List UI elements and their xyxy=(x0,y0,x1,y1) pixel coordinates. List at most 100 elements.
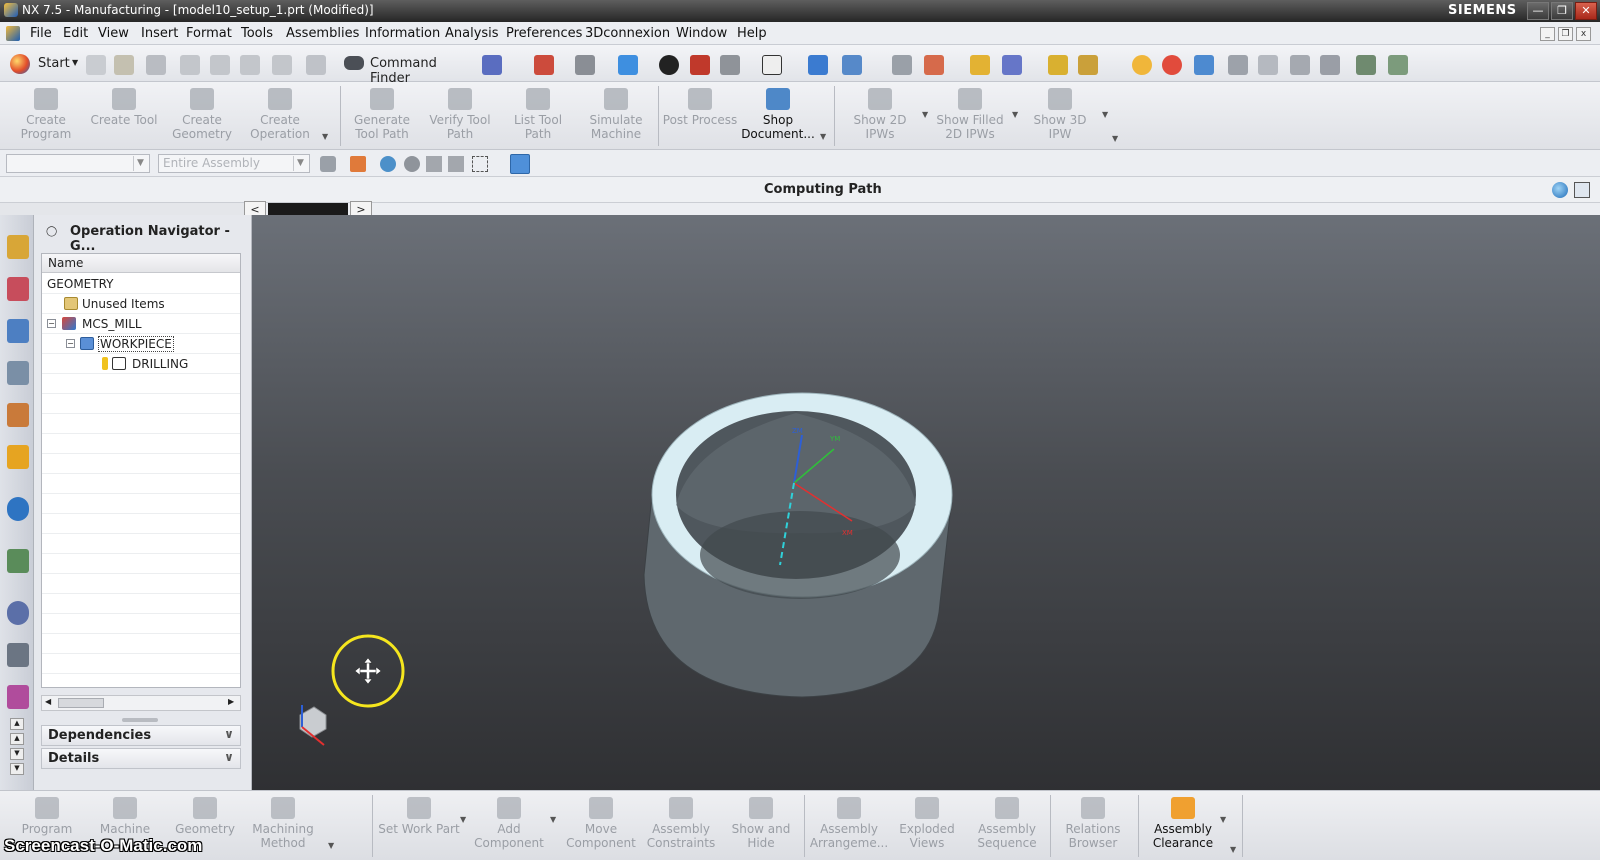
face-rule-icon[interactable] xyxy=(404,156,420,172)
curve-rule-icon[interactable] xyxy=(380,156,396,172)
save-icon[interactable] xyxy=(146,55,166,75)
box-select-icon[interactable] xyxy=(472,156,488,172)
select-arrow-icon[interactable] xyxy=(426,156,442,172)
menu-file[interactable]: File xyxy=(30,26,52,41)
add-component-button[interactable]: Add Component xyxy=(468,797,550,857)
ipw3d-dropdown-icon[interactable]: ▼ xyxy=(1102,110,1108,119)
assembly-clearance-button[interactable]: Assembly Clearance xyxy=(1142,797,1224,857)
roles-icon[interactable] xyxy=(7,685,29,709)
menu-assemblies[interactable]: Assemblies xyxy=(286,26,359,41)
scroll-down-icon[interactable]: ▼ xyxy=(10,748,24,760)
operation-navigator-icon[interactable] xyxy=(7,319,29,343)
slope-icon[interactable] xyxy=(1290,55,1310,75)
tree-row-workpiece[interactable]: − WORKPIECE xyxy=(42,334,240,354)
clearance-dropdown-icon[interactable]: ▼ xyxy=(1220,815,1226,824)
angle-icon[interactable] xyxy=(1320,55,1340,75)
tree-row-unused-items[interactable]: Unused Items xyxy=(42,294,240,314)
refresh-icon[interactable] xyxy=(1132,55,1152,75)
table-icon[interactable] xyxy=(892,55,912,75)
paste-icon[interactable] xyxy=(240,55,260,75)
details-panel[interactable]: Details ∨ xyxy=(41,748,241,769)
menu-analysis[interactable]: Analysis xyxy=(445,26,499,41)
cube-select-icon[interactable] xyxy=(510,154,530,174)
assembly-sequence-button[interactable]: Assembly Sequence xyxy=(966,797,1048,857)
constraint-navigator-icon[interactable] xyxy=(7,277,29,301)
exploded-views-button[interactable]: Exploded Views xyxy=(886,797,968,857)
section-view-icon[interactable] xyxy=(690,55,710,75)
palette-icon[interactable] xyxy=(7,445,29,469)
dependencies-panel[interactable]: Dependencies ∨ xyxy=(41,725,241,746)
restore-button[interactable]: ❐ xyxy=(1551,2,1573,20)
shop-dropdown-icon[interactable]: ▼ xyxy=(820,132,826,141)
more-dropdown-icon[interactable]: ▼ xyxy=(322,132,328,141)
work-part-dropdown-icon[interactable]: ▼ xyxy=(460,815,466,824)
copy-icon[interactable] xyxy=(210,55,230,75)
mdi-close-button[interactable]: x xyxy=(1576,27,1591,41)
post-process-button[interactable]: Post Process xyxy=(662,86,738,148)
show-filled-2d-ipws-button[interactable]: Show Filled 2D IPWs xyxy=(932,86,1008,148)
assembly-navigator-icon[interactable] xyxy=(7,235,29,259)
cut-icon[interactable] xyxy=(180,55,200,75)
overflow-dropdown-icon[interactable]: ▼ xyxy=(1112,134,1118,143)
menu-edit[interactable]: Edit xyxy=(63,26,88,41)
select-hand-icon[interactable] xyxy=(448,156,464,172)
analysis-icon[interactable] xyxy=(1002,55,1022,75)
set-work-part-button[interactable]: Set Work Part xyxy=(378,797,460,857)
menu-format[interactable]: Format xyxy=(186,26,232,41)
open-icon[interactable] xyxy=(114,55,134,75)
simulate-machine-button[interactable]: Simulate Machine xyxy=(578,86,654,148)
datum-icon[interactable] xyxy=(924,55,944,75)
filter-settings-icon[interactable] xyxy=(320,156,336,172)
help-icon[interactable] xyxy=(1388,55,1408,75)
chevron-down-icon[interactable]: ∨ xyxy=(221,727,237,743)
assembly-arrangements-button[interactable]: Assembly Arrangeme... xyxy=(808,797,890,857)
hide-icon[interactable] xyxy=(720,55,740,75)
command-finder-button[interactable]: Command Finder xyxy=(342,52,474,86)
tree-row-drilling[interactable]: DRILLING xyxy=(42,354,240,374)
menu-view[interactable]: View xyxy=(98,26,129,41)
wcs-icon[interactable] xyxy=(808,55,828,75)
render-style-icon[interactable] xyxy=(659,55,679,75)
screen-icon[interactable] xyxy=(1194,55,1214,75)
start-button[interactable]: Start ▼ xyxy=(6,52,78,76)
menu-3dconnexion[interactable]: 3Dconnexion xyxy=(585,26,670,41)
mesh-icon[interactable] xyxy=(1356,55,1376,75)
move-component-button[interactable]: Move Component xyxy=(560,797,642,857)
generate-tool-path-button[interactable]: Generate Tool Path xyxy=(344,86,420,148)
new-icon[interactable] xyxy=(86,55,106,75)
panel-splitter[interactable] xyxy=(122,718,158,722)
column-header-name[interactable]: Name xyxy=(42,254,240,273)
menu-information[interactable]: Information xyxy=(365,26,440,41)
ruler-icon[interactable] xyxy=(1048,55,1068,75)
pen-icon[interactable] xyxy=(1078,55,1098,75)
reuse-library-icon[interactable] xyxy=(7,403,29,427)
process-studio-icon[interactable] xyxy=(7,643,29,667)
scroll-thumb[interactable] xyxy=(58,698,104,708)
stop-icon[interactable] xyxy=(1162,55,1182,75)
assembly-constraints-button[interactable]: Assembly Constraints xyxy=(640,797,722,857)
collapse-icon[interactable]: − xyxy=(66,339,75,348)
measure-icon[interactable] xyxy=(970,55,990,75)
scroll-left-icon[interactable]: ◀ xyxy=(45,697,51,706)
menu-preferences[interactable]: Preferences xyxy=(506,26,582,41)
minimize-button[interactable]: — xyxy=(1527,2,1549,20)
info-icon[interactable] xyxy=(7,497,29,521)
clearance-more-icon[interactable]: ▼ xyxy=(1230,845,1236,854)
delete-icon[interactable] xyxy=(272,55,292,75)
mdi-restore-button[interactable]: ❐ xyxy=(1558,27,1573,41)
selection-mode-icon[interactable] xyxy=(482,55,502,75)
snap-point-icon[interactable] xyxy=(842,55,862,75)
scroll-down-icon[interactable]: ▼ xyxy=(10,763,24,775)
graphics-tab[interactable] xyxy=(268,203,348,215)
create-tool-button[interactable]: Create Tool xyxy=(86,86,162,148)
graphics-window[interactable]: ZM YM XM xyxy=(252,215,1600,790)
pin-icon[interactable]: ◯ xyxy=(46,226,57,237)
fullscreen-icon[interactable] xyxy=(1574,182,1590,198)
close-button[interactable]: ✕ xyxy=(1575,2,1597,20)
relations-browser-button[interactable]: Relations Browser xyxy=(1052,797,1134,857)
menu-insert[interactable]: Insert xyxy=(141,26,178,41)
horizontal-scrollbar[interactable]: ◀ ▶ xyxy=(41,695,241,711)
machining-method-view-button[interactable]: Machining Method xyxy=(242,797,324,857)
snap-point-icon[interactable] xyxy=(350,156,366,172)
tree-row-mcs-mill[interactable]: − MCS_MILL xyxy=(42,314,240,334)
